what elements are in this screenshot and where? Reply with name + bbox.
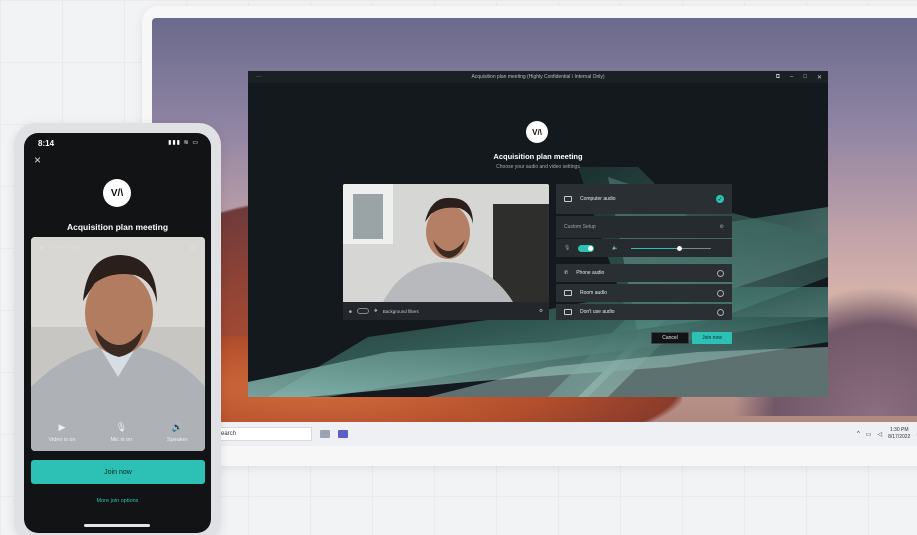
teams-icon[interactable] [338,430,348,438]
phone-time: 8:14 [38,139,55,148]
phone-video-preview: ▣ Video Effects ⚙ ▶ Video is on 🎙 Mic is… [31,237,205,451]
window-title: Acquisition plan meeting (Highly Confide… [471,74,605,80]
phone-device: 8:14 ▮▮▮ ≋ ▭ × V/\ Acquisition plan meet… [14,123,221,535]
desktop-screen: ··· Acquisition plan meeting (Highly Con… [152,18,917,446]
volume-icon: ◁ [877,431,883,438]
join-now-button[interactable]: Join now [31,460,205,484]
mic-speaker-row: 🎙 🔈 [556,239,732,257]
option-phone-audio[interactable]: ✆ Phone audio [556,264,732,282]
camera-icon[interactable]: ■ [349,309,352,314]
speaker-icon: 🔈 [612,245,619,251]
mic-control[interactable]: 🎙 Mic is on [110,422,132,443]
custom-setup-gear-icon[interactable]: ⚙ [720,224,724,230]
video-effects[interactable]: ▣ Video Effects [39,245,81,251]
phone-icon: ✆ [564,270,569,276]
video-effects-icon: ▣ [39,245,45,251]
meeting-subtitle: Choose your audio and video settings [496,164,580,170]
video-control[interactable]: ▶ Video is on [48,422,75,443]
join-now-button[interactable]: Join now [692,332,732,344]
video-control-label: Video is on [48,437,76,443]
taskbar: Search ^ ▭ ◁ 1:30 PM 8/17/2022 ▢ [152,422,917,446]
more-join-options-link[interactable]: More join options [24,498,211,504]
window-titlebar: ··· Acquisition plan meeting (Highly Con… [248,71,828,83]
room-audio-radio[interactable] [717,289,724,297]
meeting-title: Acquisition plan meeting [66,222,169,232]
effects-icon: ❖ [373,308,378,313]
meeting-prejoin-window: ··· Acquisition plan meeting (Highly Con… [248,71,828,397]
dont-use-audio-label: Don't use audio [580,309,615,315]
speaker-icon: 🔊 [171,422,183,432]
phone-status-icons: ▮▮▮ ≋ ▭ [168,140,199,146]
mic-control-label: Mic is on [110,437,133,443]
org-logo: V/\ [103,179,131,207]
task-view-icon[interactable] [320,430,330,438]
no-audio-icon [564,309,572,315]
mic-toggle[interactable] [578,244,595,252]
more-options-icon[interactable]: ··· [256,74,262,80]
gear-icon[interactable]: ⚙ [189,243,197,254]
phone-audio-label: Phone audio [576,270,605,276]
close-icon[interactable]: × [34,153,41,167]
option-room-audio[interactable]: Room audio [556,284,732,302]
minimize-icon[interactable]: – [790,74,793,81]
laptop-device: ··· Acquisition plan meeting (Highly Con… [142,6,917,466]
video-effects-label: Video Effects [49,245,82,251]
microphone-icon: 🎙 [115,422,128,432]
option-dont-use-audio[interactable]: Don't use audio [556,304,732,320]
camera-preview-image [343,184,549,302]
battery-icon: ▭ [865,431,872,438]
mic-icon: 🎙 [564,245,571,251]
room-audio-label: Room audio [580,290,607,296]
volume-slider[interactable] [630,245,711,251]
clock-date: 8/17/2022 [888,434,911,440]
background-filters-label[interactable]: Background filters [383,309,419,314]
window-controls: ⧉ – □ ✕ [776,74,822,81]
restore-icon[interactable]: ⧉ [776,74,780,81]
speaker-control-label: Speaker [167,437,188,443]
meeting-title: Acquisition plan meeting [493,152,583,161]
audio-options-panel: Computer audio ✓ Custom Setup ⚙ 🎙 🔈 ✆ Ph… [556,184,732,320]
system-tray: ^ ▭ ◁ 1:30 PM 8/17/2022 ▢ [857,427,917,441]
camera-toggle[interactable] [356,308,369,314]
home-indicator[interactable] [84,524,150,527]
speaker-control[interactable]: 🔊 Speaker [167,422,188,443]
close-icon[interactable]: ✕ [817,74,822,81]
taskbar-search[interactable]: Search [212,427,312,441]
chevron-up-icon[interactable]: ^ [857,431,860,437]
custom-setup-label: Custom Setup [564,224,596,230]
custom-setup-row[interactable]: Custom Setup ⚙ [556,216,732,238]
preview-toolbar: ■ ❖ Background filters ⚙ [343,302,549,320]
settings-icon[interactable]: ⚙ [539,308,543,314]
phone-audio-radio[interactable] [717,269,724,277]
check-icon: ✓ [716,195,724,203]
dont-use-audio-radio[interactable] [717,308,724,316]
maximize-icon[interactable]: □ [803,74,807,81]
phone-av-controls: ▶ Video is on 🎙 Mic is on 🔊 Speaker [31,422,205,443]
clock-time: 1:30 PM [889,427,909,433]
volume-knob[interactable] [676,245,682,251]
phone-screen: 8:14 ▮▮▮ ≋ ▭ × V/\ Acquisition plan meet… [24,133,211,533]
video-camera-icon: ▶ [58,422,66,432]
org-logo: V/\ [526,121,548,143]
phone-camera-image [31,237,205,451]
computer-audio-label: Computer audio [580,196,616,202]
taskbar-clock[interactable]: 1:30 PM 8/17/2022 [888,427,910,441]
volume-fill [630,247,679,249]
cancel-button[interactable]: Cancel [651,332,689,344]
video-preview: ■ ❖ Background filters ⚙ [343,184,549,320]
option-computer-audio[interactable]: Computer audio ✓ [556,184,732,214]
monitor-icon [564,196,572,202]
room-icon [564,290,572,296]
